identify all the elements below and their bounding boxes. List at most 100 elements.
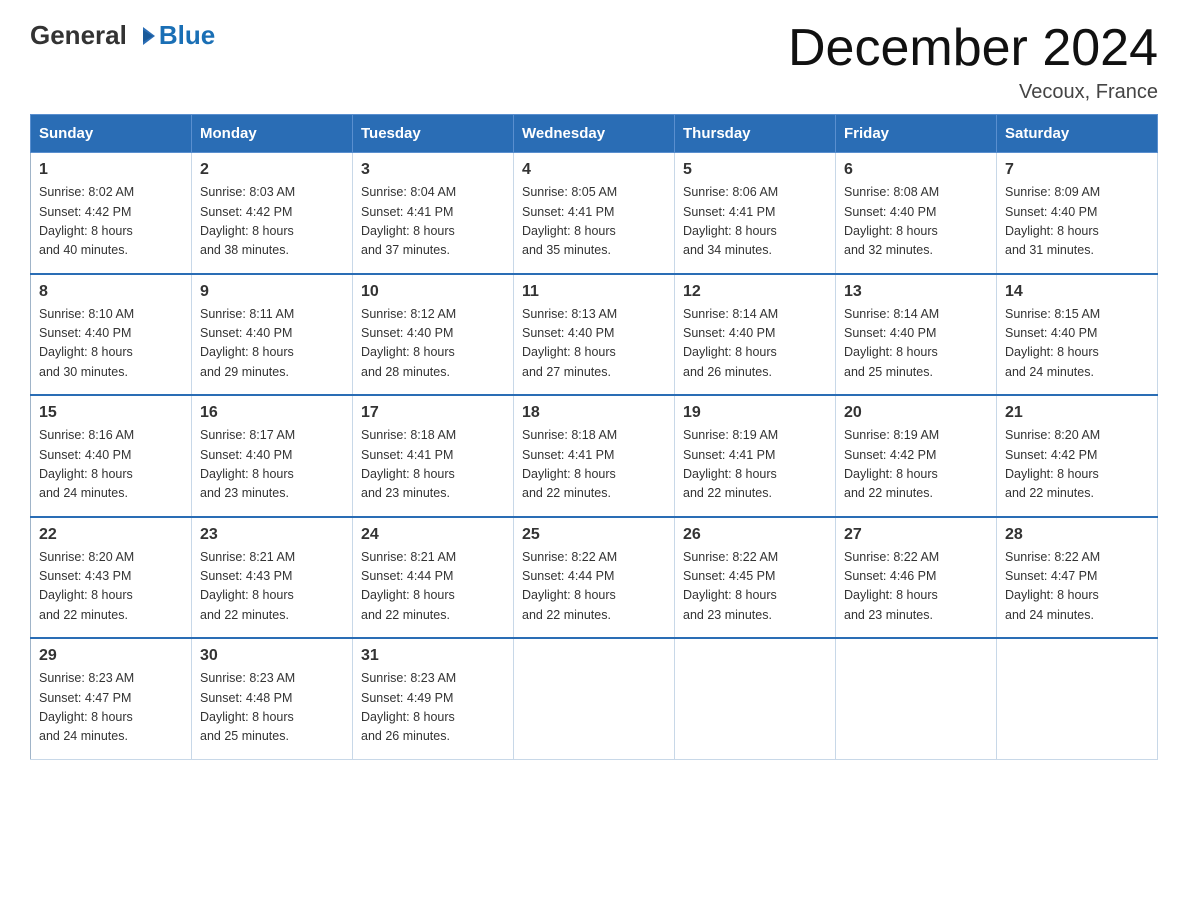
- day-number: 18: [522, 404, 666, 422]
- day-number: 19: [683, 404, 827, 422]
- day-info: Sunrise: 8:08 AM Sunset: 4:40 PM Dayligh…: [844, 183, 988, 261]
- calendar-cell: 17 Sunrise: 8:18 AM Sunset: 4:41 PM Dayl…: [353, 395, 514, 517]
- day-number: 4: [522, 161, 666, 179]
- location-subtitle: Vecoux, France: [788, 81, 1158, 104]
- calendar-week-3: 15 Sunrise: 8:16 AM Sunset: 4:40 PM Dayl…: [31, 395, 1158, 517]
- calendar-cell: 14 Sunrise: 8:15 AM Sunset: 4:40 PM Dayl…: [997, 274, 1158, 396]
- calendar-cell: 19 Sunrise: 8:19 AM Sunset: 4:41 PM Dayl…: [675, 395, 836, 517]
- day-info: Sunrise: 8:19 AM Sunset: 4:41 PM Dayligh…: [683, 426, 827, 504]
- day-number: 10: [361, 283, 505, 301]
- calendar-week-5: 29 Sunrise: 8:23 AM Sunset: 4:47 PM Dayl…: [31, 638, 1158, 759]
- day-number: 11: [522, 283, 666, 301]
- header-thursday: Thursday: [675, 115, 836, 153]
- calendar-cell: [675, 638, 836, 759]
- day-number: 6: [844, 161, 988, 179]
- day-info: Sunrise: 8:23 AM Sunset: 4:49 PM Dayligh…: [361, 669, 505, 747]
- header-wednesday: Wednesday: [514, 115, 675, 153]
- calendar-week-4: 22 Sunrise: 8:20 AM Sunset: 4:43 PM Dayl…: [31, 517, 1158, 639]
- day-info: Sunrise: 8:20 AM Sunset: 4:42 PM Dayligh…: [1005, 426, 1149, 504]
- calendar-cell: [997, 638, 1158, 759]
- logo-flag-icon: [129, 25, 157, 47]
- day-info: Sunrise: 8:03 AM Sunset: 4:42 PM Dayligh…: [200, 183, 344, 261]
- calendar-cell: 15 Sunrise: 8:16 AM Sunset: 4:40 PM Dayl…: [31, 395, 192, 517]
- day-info: Sunrise: 8:12 AM Sunset: 4:40 PM Dayligh…: [361, 305, 505, 383]
- day-info: Sunrise: 8:21 AM Sunset: 4:43 PM Dayligh…: [200, 548, 344, 626]
- title-area: December 2024 Vecoux, France: [788, 20, 1158, 104]
- day-number: 21: [1005, 404, 1149, 422]
- calendar-cell: 18 Sunrise: 8:18 AM Sunset: 4:41 PM Dayl…: [514, 395, 675, 517]
- day-info: Sunrise: 8:02 AM Sunset: 4:42 PM Dayligh…: [39, 183, 183, 261]
- day-info: Sunrise: 8:21 AM Sunset: 4:44 PM Dayligh…: [361, 548, 505, 626]
- day-number: 27: [844, 526, 988, 544]
- logo: General Blue: [30, 20, 215, 51]
- day-info: Sunrise: 8:22 AM Sunset: 4:46 PM Dayligh…: [844, 548, 988, 626]
- day-info: Sunrise: 8:13 AM Sunset: 4:40 PM Dayligh…: [522, 305, 666, 383]
- day-info: Sunrise: 8:17 AM Sunset: 4:40 PM Dayligh…: [200, 426, 344, 504]
- calendar-cell: 2 Sunrise: 8:03 AM Sunset: 4:42 PM Dayli…: [192, 153, 353, 274]
- calendar-cell: 12 Sunrise: 8:14 AM Sunset: 4:40 PM Dayl…: [675, 274, 836, 396]
- day-number: 22: [39, 526, 183, 544]
- day-info: Sunrise: 8:14 AM Sunset: 4:40 PM Dayligh…: [683, 305, 827, 383]
- calendar-week-1: 1 Sunrise: 8:02 AM Sunset: 4:42 PM Dayli…: [31, 153, 1158, 274]
- page-title: December 2024: [788, 20, 1158, 77]
- calendar-cell: 11 Sunrise: 8:13 AM Sunset: 4:40 PM Dayl…: [514, 274, 675, 396]
- day-info: Sunrise: 8:18 AM Sunset: 4:41 PM Dayligh…: [522, 426, 666, 504]
- calendar-cell: 16 Sunrise: 8:17 AM Sunset: 4:40 PM Dayl…: [192, 395, 353, 517]
- header-friday: Friday: [836, 115, 997, 153]
- calendar-cell: 27 Sunrise: 8:22 AM Sunset: 4:46 PM Dayl…: [836, 517, 997, 639]
- day-number: 26: [683, 526, 827, 544]
- day-number: 9: [200, 283, 344, 301]
- day-info: Sunrise: 8:23 AM Sunset: 4:48 PM Dayligh…: [200, 669, 344, 747]
- calendar-cell: 8 Sunrise: 8:10 AM Sunset: 4:40 PM Dayli…: [31, 274, 192, 396]
- day-number: 29: [39, 647, 183, 665]
- day-number: 8: [39, 283, 183, 301]
- day-number: 13: [844, 283, 988, 301]
- calendar-cell: 24 Sunrise: 8:21 AM Sunset: 4:44 PM Dayl…: [353, 517, 514, 639]
- day-number: 17: [361, 404, 505, 422]
- calendar-cell: [514, 638, 675, 759]
- header-saturday: Saturday: [997, 115, 1158, 153]
- day-number: 25: [522, 526, 666, 544]
- calendar-cell: [836, 638, 997, 759]
- day-info: Sunrise: 8:18 AM Sunset: 4:41 PM Dayligh…: [361, 426, 505, 504]
- calendar-cell: 21 Sunrise: 8:20 AM Sunset: 4:42 PM Dayl…: [997, 395, 1158, 517]
- day-number: 15: [39, 404, 183, 422]
- logo-blue-text: Blue: [159, 20, 215, 51]
- calendar-cell: 31 Sunrise: 8:23 AM Sunset: 4:49 PM Dayl…: [353, 638, 514, 759]
- calendar-cell: 20 Sunrise: 8:19 AM Sunset: 4:42 PM Dayl…: [836, 395, 997, 517]
- calendar-cell: 7 Sunrise: 8:09 AM Sunset: 4:40 PM Dayli…: [997, 153, 1158, 274]
- day-number: 28: [1005, 526, 1149, 544]
- day-info: Sunrise: 8:23 AM Sunset: 4:47 PM Dayligh…: [39, 669, 183, 747]
- calendar-cell: 5 Sunrise: 8:06 AM Sunset: 4:41 PM Dayli…: [675, 153, 836, 274]
- day-number: 24: [361, 526, 505, 544]
- calendar-cell: 10 Sunrise: 8:12 AM Sunset: 4:40 PM Dayl…: [353, 274, 514, 396]
- calendar-header-row: SundayMondayTuesdayWednesdayThursdayFrid…: [31, 115, 1158, 153]
- day-number: 16: [200, 404, 344, 422]
- calendar-cell: 23 Sunrise: 8:21 AM Sunset: 4:43 PM Dayl…: [192, 517, 353, 639]
- calendar-cell: 4 Sunrise: 8:05 AM Sunset: 4:41 PM Dayli…: [514, 153, 675, 274]
- day-info: Sunrise: 8:22 AM Sunset: 4:47 PM Dayligh…: [1005, 548, 1149, 626]
- calendar-cell: 25 Sunrise: 8:22 AM Sunset: 4:44 PM Dayl…: [514, 517, 675, 639]
- day-info: Sunrise: 8:15 AM Sunset: 4:40 PM Dayligh…: [1005, 305, 1149, 383]
- logo-general-text: General: [30, 20, 127, 51]
- day-info: Sunrise: 8:20 AM Sunset: 4:43 PM Dayligh…: [39, 548, 183, 626]
- header-monday: Monday: [192, 115, 353, 153]
- calendar-cell: 28 Sunrise: 8:22 AM Sunset: 4:47 PM Dayl…: [997, 517, 1158, 639]
- day-info: Sunrise: 8:09 AM Sunset: 4:40 PM Dayligh…: [1005, 183, 1149, 261]
- day-info: Sunrise: 8:14 AM Sunset: 4:40 PM Dayligh…: [844, 305, 988, 383]
- calendar-cell: 26 Sunrise: 8:22 AM Sunset: 4:45 PM Dayl…: [675, 517, 836, 639]
- calendar-cell: 29 Sunrise: 8:23 AM Sunset: 4:47 PM Dayl…: [31, 638, 192, 759]
- calendar-cell: 30 Sunrise: 8:23 AM Sunset: 4:48 PM Dayl…: [192, 638, 353, 759]
- day-number: 31: [361, 647, 505, 665]
- page-header: General Blue December 2024 Vecoux, Franc…: [30, 20, 1158, 104]
- day-info: Sunrise: 8:11 AM Sunset: 4:40 PM Dayligh…: [200, 305, 344, 383]
- day-info: Sunrise: 8:22 AM Sunset: 4:44 PM Dayligh…: [522, 548, 666, 626]
- day-number: 12: [683, 283, 827, 301]
- day-number: 23: [200, 526, 344, 544]
- day-info: Sunrise: 8:19 AM Sunset: 4:42 PM Dayligh…: [844, 426, 988, 504]
- calendar-cell: 22 Sunrise: 8:20 AM Sunset: 4:43 PM Dayl…: [31, 517, 192, 639]
- day-info: Sunrise: 8:04 AM Sunset: 4:41 PM Dayligh…: [361, 183, 505, 261]
- day-info: Sunrise: 8:16 AM Sunset: 4:40 PM Dayligh…: [39, 426, 183, 504]
- day-number: 7: [1005, 161, 1149, 179]
- calendar-table: SundayMondayTuesdayWednesdayThursdayFrid…: [30, 114, 1158, 760]
